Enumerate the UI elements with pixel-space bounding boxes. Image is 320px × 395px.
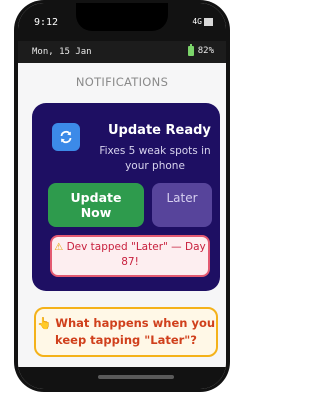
network-indicator: 4G <box>192 17 213 26</box>
battery-percent: 82% <box>197 46 214 56</box>
question-callout: 👆 What happens when you keep tapping "La… <box>34 307 218 357</box>
phone-screen: 9:12 4G Mon, 15 Jan 82% NOTIFICATIONS Up… <box>18 3 226 389</box>
home-indicator[interactable] <box>98 375 174 379</box>
later-button[interactable]: Later <box>152 183 212 227</box>
pointing-hand-icon: 👆 <box>36 316 52 330</box>
status-date: Mon, 15 Jan <box>32 47 92 57</box>
page-title: NOTIFICATIONS <box>75 75 169 89</box>
update-now-button[interactable]: Update Now <box>48 183 144 227</box>
status-time: 9:12 <box>34 17 59 28</box>
alert-text: Dev tapped "Later" — Day 87! <box>66 241 206 268</box>
network-label: 4G <box>192 17 202 26</box>
notification-description: Fixes 5 weak spots in your phone <box>99 145 211 172</box>
phone-frame: 9:12 4G Mon, 15 Jan 82% NOTIFICATIONS Up… <box>14 0 230 392</box>
battery-icon <box>187 44 194 56</box>
dev-later-alert: ⚠ Dev tapped "Later" — Day 87! <box>50 235 210 277</box>
date-bar: Mon, 15 Jan 82% <box>18 41 226 63</box>
signal-icon <box>204 17 213 26</box>
camera-notch <box>76 3 168 31</box>
home-bar-area <box>18 367 226 389</box>
update-notification-card[interactable]: Update Ready Fixes 5 weak spots in your … <box>32 103 220 291</box>
battery-indicator: 82% <box>187 44 214 56</box>
callout-text: What happens when you keep tapping "Late… <box>55 316 216 347</box>
refresh-icon <box>52 123 80 151</box>
status-bar: 9:12 4G <box>18 3 226 41</box>
notification-title: Update Ready <box>108 123 211 138</box>
warning-icon: ⚠ <box>54 242 64 253</box>
